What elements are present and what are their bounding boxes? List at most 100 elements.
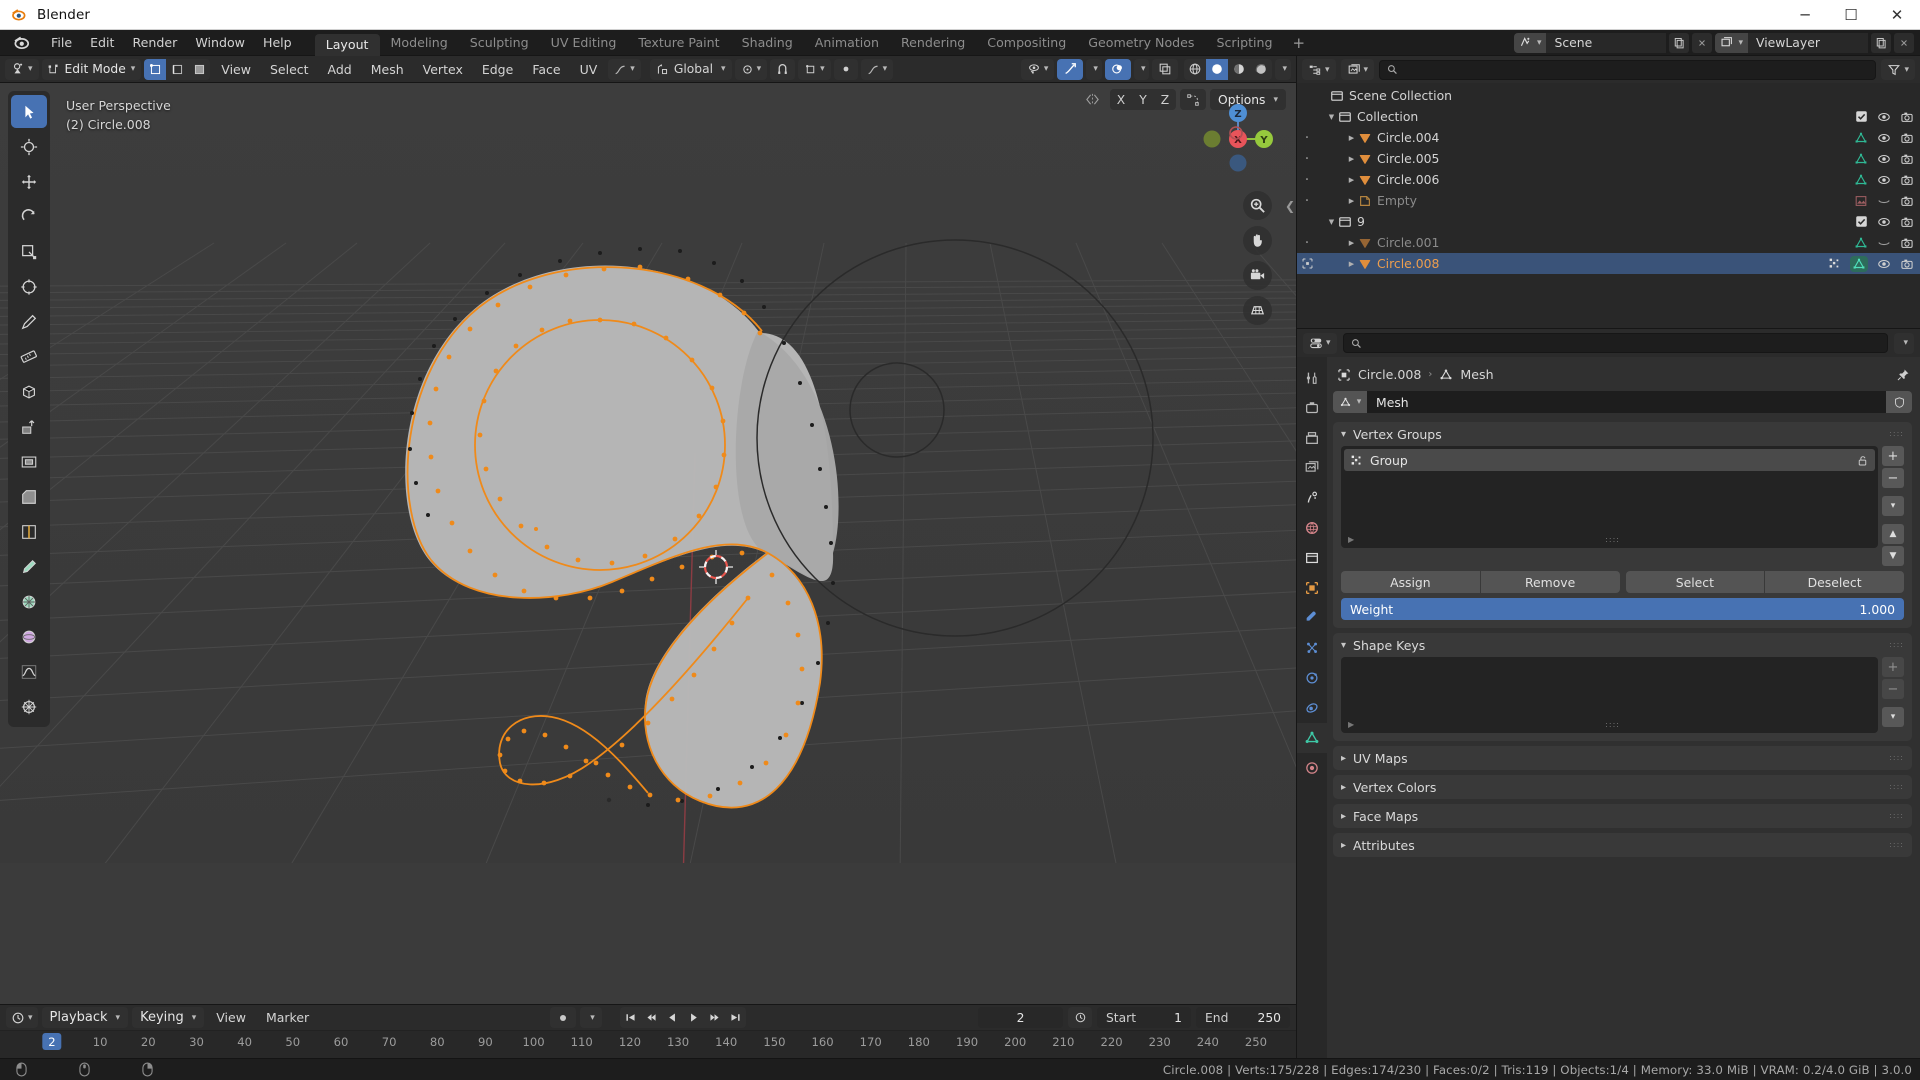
timeline-menu-keying[interactable]: Keying ▾ — [132, 1007, 205, 1028]
wireframe-shading-icon[interactable] — [1184, 59, 1206, 80]
outliner-filter-icon[interactable]: ▾ — [1881, 59, 1915, 80]
shape-key-specials-button[interactable]: ▾ — [1882, 707, 1904, 727]
hide-in-viewport-icon[interactable] — [1877, 257, 1891, 271]
output-tab[interactable] — [1297, 423, 1327, 453]
maximize-button[interactable]: ☐ — [1828, 0, 1874, 30]
tab-compositing[interactable]: Compositing — [976, 30, 1077, 56]
proportional-falloff-curve-icon[interactable]: ▾ — [860, 58, 894, 80]
browse-mesh-data-icon[interactable]: ▾ — [1333, 391, 1367, 413]
delete-scene-icon[interactable] — [1692, 32, 1713, 53]
xray-toggle-icon[interactable] — [1152, 58, 1179, 80]
knife-tool[interactable] — [11, 550, 47, 583]
pin-id-icon[interactable] — [1896, 368, 1910, 382]
menu-help[interactable]: Help — [254, 32, 301, 54]
outliner-editor-type-icon[interactable]: ▾ — [1302, 59, 1336, 80]
vertex-groups-listbox[interactable]: Group ▶ :::: — [1341, 446, 1878, 548]
hide-in-viewport-icon[interactable] — [1877, 215, 1891, 229]
cursor-tool[interactable] — [11, 130, 47, 163]
orthographic-toggle-icon[interactable] — [1243, 296, 1272, 325]
view-layer-browse-icon[interactable]: ▾ — [1715, 32, 1748, 53]
spin-tool[interactable] — [11, 620, 47, 653]
tool-tab[interactable] — [1297, 363, 1327, 393]
mirror-x-button[interactable]: X — [1110, 89, 1132, 110]
face-select-icon[interactable] — [188, 59, 210, 80]
disclosure-triangle[interactable]: ▶ — [1345, 197, 1358, 205]
jump-to-start-icon[interactable] — [620, 1007, 641, 1028]
properties-search-input[interactable] — [1366, 336, 1881, 350]
measure-tool[interactable] — [11, 340, 47, 373]
remove-button[interactable]: Remove — [1480, 571, 1620, 593]
hide-in-viewport-icon[interactable] — [1877, 194, 1891, 208]
hide-in-viewport-icon[interactable] — [1877, 236, 1891, 250]
inset-faces-tool[interactable] — [11, 445, 47, 478]
poly-build-tool[interactable] — [11, 585, 47, 618]
mode-selector[interactable]: Edit Mode ▾ — [41, 58, 142, 80]
scene-name[interactable]: Scene — [1546, 32, 1667, 53]
keying-set-dropdown[interactable]: ▾ — [580, 1007, 602, 1028]
vertex-group-specials-button[interactable]: ▾ — [1882, 496, 1904, 516]
pan-hand-icon[interactable] — [1243, 226, 1272, 255]
disclosure-triangle[interactable]: ▶ — [1345, 176, 1358, 184]
outliner-row-scene collection[interactable]: Scene Collection — [1297, 85, 1920, 106]
add-vertex-group-button[interactable]: + — [1882, 446, 1904, 466]
move-tool[interactable] — [11, 165, 47, 198]
properties-editor-type-icon[interactable]: ▾ — [1303, 332, 1337, 354]
outliner-row-circle-004[interactable]: · ▶ Circle.004 — [1297, 127, 1920, 148]
modifier-tab[interactable] — [1297, 603, 1327, 633]
exclude-checkbox[interactable] — [1855, 110, 1868, 123]
view-layer-name[interactable]: ViewLayer — [1748, 32, 1868, 53]
tab-animation[interactable]: Animation — [804, 30, 890, 56]
outliner-search-box[interactable] — [1379, 59, 1877, 80]
mesh-data-icon[interactable] — [1854, 173, 1868, 187]
play-icon[interactable] — [683, 1007, 704, 1028]
disclosure-triangle[interactable]: ▶ — [1345, 239, 1358, 247]
transform-orientation-button[interactable]: Global ▾ — [649, 58, 732, 80]
jump-to-prev-keyframe-icon[interactable] — [641, 1007, 662, 1028]
exclude-checkbox[interactable] — [1855, 215, 1868, 228]
move-vertex-group-up-button[interactable]: ▲ — [1882, 524, 1904, 544]
tab-rendering[interactable]: Rendering — [890, 30, 976, 56]
tab-modeling[interactable]: Modeling — [380, 30, 459, 56]
world-tab[interactable] — [1297, 513, 1327, 543]
menu-edit[interactable]: Edit — [81, 32, 123, 54]
breadcrumb-object[interactable]: Circle.008 — [1358, 367, 1421, 382]
mesh-name-field[interactable]: Mesh — [1367, 391, 1886, 413]
uv-maps-header[interactable]: ▸ UV Maps :::: — [1333, 746, 1912, 770]
tab-layout[interactable]: Layout — [314, 33, 380, 56]
disable-in-renders-icon[interactable] — [1900, 194, 1914, 208]
end-frame-field[interactable]: End 250 — [1196, 1007, 1290, 1028]
mesh-data-icon[interactable] — [1854, 236, 1868, 250]
timeline-playhead[interactable]: 2 — [42, 1033, 62, 1050]
add-workspace-button[interactable]: + — [1284, 34, 1315, 52]
select-button[interactable]: Select — [1625, 571, 1765, 593]
assign-button[interactable]: Assign — [1341, 571, 1480, 593]
move-vertex-group-down-button[interactable]: ▼ — [1882, 546, 1904, 566]
unlock-icon[interactable] — [1856, 454, 1869, 467]
scene-tab[interactable] — [1297, 483, 1327, 513]
delete-view-layer-icon[interactable] — [1894, 32, 1914, 53]
tab-texture-paint[interactable]: Texture Paint — [627, 30, 730, 56]
timeline-menu-marker[interactable]: Marker — [258, 1007, 317, 1028]
add-cube-tool[interactable] — [11, 375, 47, 408]
viewport-menu-face[interactable]: Face — [524, 59, 568, 80]
tab-sculpting[interactable]: Sculpting — [459, 30, 540, 56]
use-preview-range-icon[interactable] — [1068, 1007, 1092, 1028]
timeline-menu-view[interactable]: View — [208, 1007, 254, 1028]
shape-keys-listbox-footer[interactable]: ▶ :::: — [1341, 715, 1878, 733]
edge-select-icon[interactable] — [166, 59, 188, 80]
physics-tab[interactable] — [1297, 663, 1327, 693]
outliner-search-input[interactable] — [1402, 62, 1869, 77]
image-data-icon[interactable] — [1854, 194, 1868, 208]
disable-in-renders-icon[interactable] — [1900, 215, 1914, 229]
outliner-row-circle-005[interactable]: · ▶ Circle.005 — [1297, 148, 1920, 169]
auto-keying-icon[interactable] — [550, 1007, 576, 1028]
jump-to-next-keyframe-icon[interactable] — [704, 1007, 725, 1028]
hide-in-viewport-icon[interactable] — [1877, 131, 1891, 145]
add-shape-key-button[interactable]: + — [1882, 657, 1904, 677]
listbox-footer[interactable]: ▶ :::: — [1341, 530, 1878, 548]
shading-dropdown[interactable]: ▾ — [1275, 58, 1291, 80]
outliner-tree[interactable]: Scene Collection ▼ Collection · ▶ Circle.004 ·… — [1297, 83, 1920, 328]
constraints-tab[interactable] — [1297, 693, 1327, 723]
loop-cut-tool[interactable] — [11, 515, 47, 548]
solid-shading-icon[interactable] — [1206, 58, 1229, 80]
